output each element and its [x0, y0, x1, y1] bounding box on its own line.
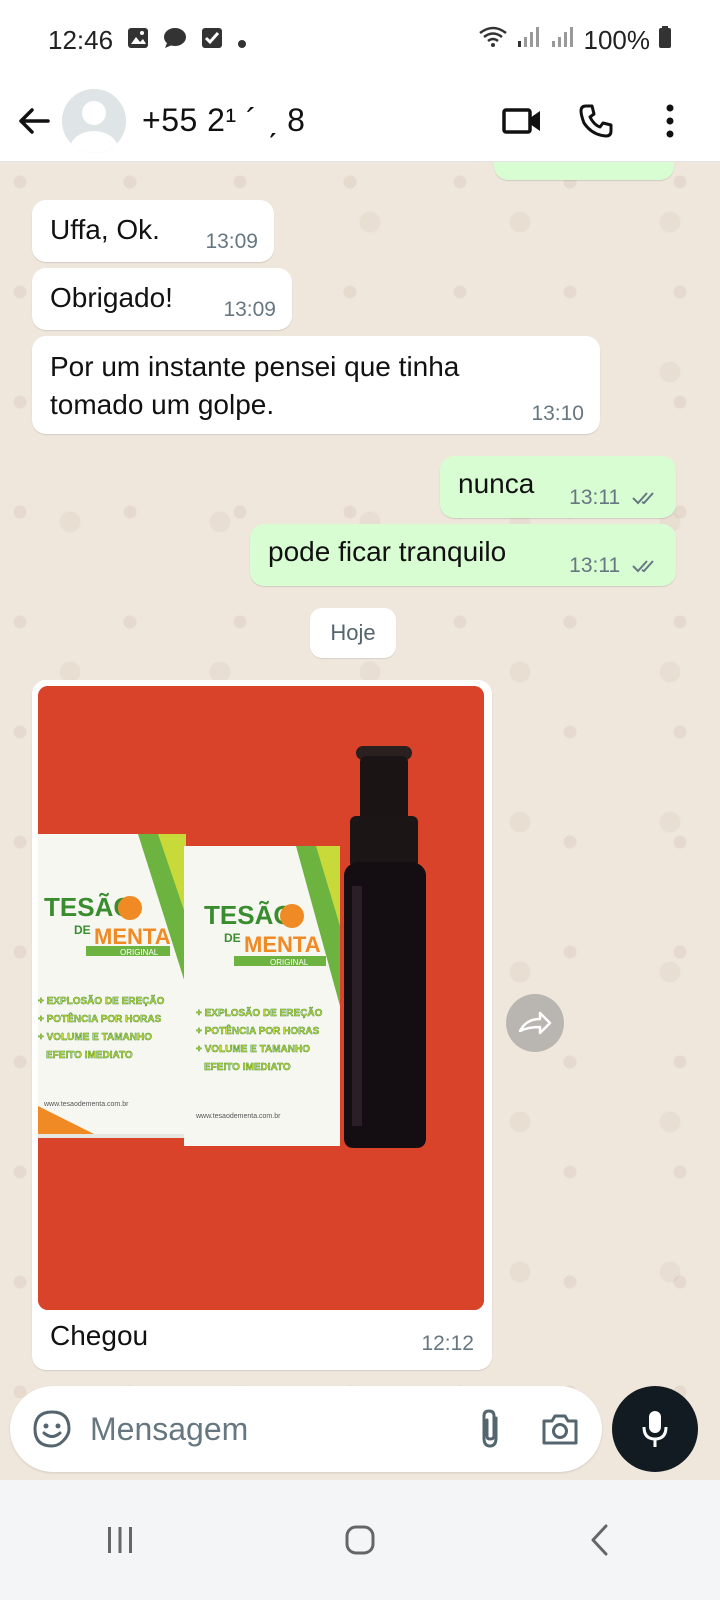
- chat-icon: [163, 25, 187, 56]
- image-icon: [127, 25, 149, 56]
- video-call-icon[interactable]: [494, 93, 550, 149]
- signal-icon: [516, 25, 542, 56]
- message-time: 13:10: [531, 402, 584, 425]
- svg-text:www.tesaodementa.com.br: www.tesaodementa.com.br: [195, 1113, 281, 1120]
- image-caption: Chegou: [50, 1320, 149, 1351]
- product-box: [184, 846, 340, 1146]
- svg-text:DE: DE: [74, 923, 91, 937]
- svg-text:MENTA: MENTA: [244, 932, 321, 957]
- back-arrow-icon[interactable]: [6, 93, 62, 149]
- message-bubble[interactable]: Obrigado! 13:09: [32, 268, 292, 330]
- svg-text:MENTA: MENTA: [94, 924, 171, 949]
- dot-icon: [237, 25, 247, 56]
- forward-icon[interactable]: [506, 994, 564, 1052]
- recents-icon[interactable]: [80, 1500, 160, 1580]
- checkbox-icon: [201, 25, 223, 56]
- signal-icon: [550, 25, 576, 56]
- message-text: Uffa, Ok.: [50, 214, 160, 245]
- message-time: 12:12: [421, 1332, 474, 1355]
- message-text: pode ficar tranquilo: [268, 536, 507, 567]
- product-photo[interactable]: TESÃO DE MENTA ORIGINAL + EXPLOSÃO DE ER…: [38, 686, 484, 1310]
- svg-text:EFEITO IMEDIATO: EFEITO IMEDIATO: [204, 1062, 291, 1073]
- message-bubble[interactable]: pode ficar tranquilo 13:11: [250, 524, 676, 586]
- svg-text:ORIGINAL: ORIGINAL: [270, 958, 309, 967]
- message-composer: [10, 1386, 602, 1472]
- product-box: [38, 834, 186, 1138]
- svg-text:EFEITO IMEDIATO: EFEITO IMEDIATO: [46, 1050, 133, 1061]
- sticker-emoji-icon[interactable]: [24, 1401, 80, 1457]
- attach-icon[interactable]: [462, 1401, 518, 1457]
- back-nav-icon[interactable]: [560, 1500, 640, 1580]
- svg-text:DE: DE: [224, 931, 241, 945]
- phone-icon[interactable]: [568, 93, 624, 149]
- message-bubble[interactable]: Por um instante pensei que tinha tomado …: [32, 336, 600, 434]
- message-input[interactable]: [90, 1410, 450, 1448]
- system-nav-bar: [0, 1480, 720, 1600]
- message-time: 13:11: [569, 486, 660, 510]
- message-bubble[interactable]: nunca 13:11: [440, 456, 676, 518]
- svg-text:+ VOLUME E TAMANHO: + VOLUME E TAMANHO: [196, 1044, 310, 1055]
- svg-text:www.tesaodementa.com.br: www.tesaodementa.com.br: [43, 1101, 129, 1108]
- message-text: Por um instante pensei que tinha tomado …: [50, 351, 460, 420]
- mic-icon[interactable]: [612, 1386, 698, 1472]
- wifi-icon: [478, 25, 508, 56]
- svg-text:+ VOLUME E TAMANHO: + VOLUME E TAMANHO: [38, 1032, 152, 1043]
- svg-text:+ EXPLOSÃO DE EREÇÃO: + EXPLOSÃO DE EREÇÃO: [38, 994, 165, 1007]
- read-receipt-icon: [632, 492, 654, 505]
- status-time: 12:46: [48, 24, 114, 55]
- message-text: Obrigado!: [50, 282, 173, 313]
- chat-header: +55 2¹ ´ ˏ 8: [0, 80, 720, 162]
- message-bubble[interactable]: Uffa, Ok. 13:09: [32, 200, 274, 262]
- message-time: 13:09: [223, 298, 276, 321]
- image-message[interactable]: TESÃO DE MENTA ORIGINAL + EXPLOSÃO DE ER…: [32, 680, 492, 1370]
- svg-text:+ POTÊNCIA POR HORAS: + POTÊNCIA POR HORAS: [196, 1024, 320, 1037]
- more-vert-icon[interactable]: [642, 93, 698, 149]
- svg-text:+ POTÊNCIA POR HORAS: + POTÊNCIA POR HORAS: [38, 1012, 162, 1025]
- read-receipt-icon: [632, 560, 654, 573]
- message-time: 13:11: [569, 554, 660, 578]
- home-icon[interactable]: [320, 1500, 400, 1580]
- svg-text:ORIGINAL: ORIGINAL: [120, 948, 159, 957]
- camera-icon[interactable]: [532, 1401, 588, 1457]
- contact-name[interactable]: +55 2¹ ´ ˏ 8: [142, 102, 305, 139]
- battery-icon: [658, 25, 672, 56]
- message-text: nunca: [458, 468, 535, 499]
- avatar[interactable]: [62, 88, 126, 153]
- status-bar: 12:46 100%: [0, 0, 720, 80]
- message-time: 13:09: [205, 230, 258, 253]
- chat-area[interactable]: Uffa, Ok. 13:09 Obrigado! 13:09 Por um i…: [0, 162, 720, 1398]
- date-chip: Hoje: [310, 608, 396, 658]
- battery-percent: 100%: [583, 24, 651, 55]
- message-bubble-partial[interactable]: [494, 162, 674, 180]
- svg-text:+ EXPLOSÃO DE EREÇÃO: + EXPLOSÃO DE EREÇÃO: [196, 1006, 323, 1019]
